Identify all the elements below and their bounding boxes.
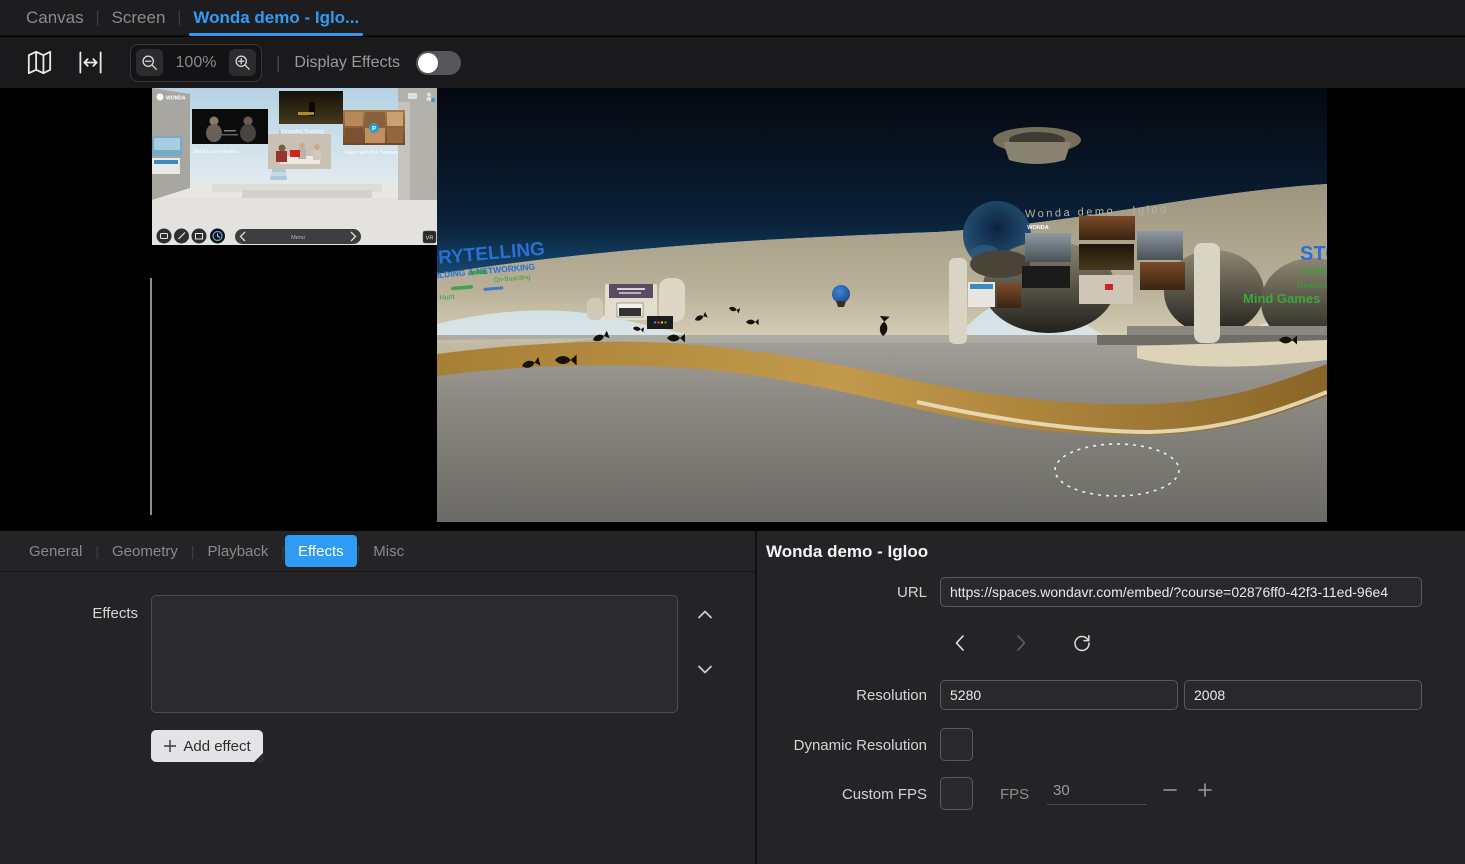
inspector-tab-bar: General | Geometry | Playback | Effects …: [0, 531, 755, 572]
source-title: Wonda demo - Igloo: [766, 542, 928, 562]
tab-wonda-demo-label: Wonda demo - Iglo...: [193, 8, 359, 28]
browser-back-button[interactable]: [950, 633, 970, 653]
fps-decrement-button[interactable]: [1161, 781, 1179, 799]
avatar-icon[interactable]: [427, 93, 431, 97]
browser-forward-button[interactable]: [1011, 633, 1031, 653]
display-effects-toggle[interactable]: [416, 51, 461, 75]
sign-mind-games: Mind Games: [1243, 291, 1320, 306]
tab-canvas-label: Canvas: [26, 8, 84, 28]
tab-geometry-label: Geometry: [112, 543, 178, 560]
tab-general[interactable]: General: [16, 535, 95, 567]
panorama-preview[interactable]: WONDA Wonda demo - Igloo: [437, 88, 1327, 522]
tab-general-label: General: [29, 543, 82, 560]
browser-refresh-button[interactable]: [1072, 633, 1092, 653]
sign-right-line1: STORYTELLING: [1300, 243, 1327, 265]
zoom-level-value: 100%: [163, 54, 229, 72]
fps-label: FPS: [1000, 786, 1029, 803]
inspector-panel: General | Geometry | Playback | Effects …: [0, 531, 755, 864]
vr-button-label: VR: [426, 236, 434, 242]
bottom-panels: General | Geometry | Playback | Effects …: [0, 530, 1465, 864]
dynamic-resolution-checkbox[interactable]: [940, 728, 973, 761]
move-effect-down-button[interactable]: [696, 660, 714, 678]
screen-thumbnail-image: Sketch an emotion Empathy Training: [152, 88, 437, 245]
fps-increment-button[interactable]: [1196, 781, 1214, 799]
display-effects-label: Display Effects: [294, 54, 400, 72]
tab-playback-label: Playback: [208, 543, 269, 560]
sign-treasure-hunt-right: Treasure Hunt: [1296, 281, 1327, 290]
resolution-width-input[interactable]: [940, 680, 1178, 710]
custom-fps-checkbox[interactable]: [940, 777, 973, 810]
move-effect-up-button[interactable]: [696, 606, 714, 624]
thumb-menu-label[interactable]: Menu: [291, 235, 305, 241]
canvas-viewport[interactable]: Sketch an emotion Empathy Training: [0, 88, 1465, 530]
pano-wonda-logo: WONDA: [1027, 225, 1048, 231]
tab-wonda-demo[interactable]: Wonda demo - Iglo...: [181, 0, 371, 36]
thumb-caption-race: Race with the Senses: [345, 150, 398, 156]
add-effect-button[interactable]: Add effect: [151, 730, 263, 762]
thumb-logo: WONDA: [166, 96, 186, 102]
active-tab-underline: [189, 33, 363, 36]
thumb-caption-sketch: Sketch an emotion: [193, 149, 239, 155]
notification-dot: [431, 98, 435, 102]
properties-panel: Wonda demo - Igloo URL Resolution Dynami…: [757, 531, 1465, 864]
sign-right-line2: TEAM BUILDING & NETWORKING: [1301, 266, 1327, 276]
avatar-icon-body: [427, 97, 432, 101]
tab-effects[interactable]: Effects: [285, 535, 357, 567]
add-effect-label: Add effect: [183, 738, 250, 755]
resolution-height-input[interactable]: [1184, 680, 1422, 710]
app-window: Canvas | Screen | Wonda demo - Iglo...: [0, 0, 1465, 864]
canvas-toolbar: 100% | Display Effects: [0, 37, 1465, 88]
inspector-tab-divider: |: [191, 543, 195, 559]
tab-canvas[interactable]: Canvas: [14, 0, 96, 36]
toolbar-divider: |: [276, 53, 280, 73]
zoom-out-button[interactable]: [136, 49, 163, 76]
tab-misc-label: Misc: [373, 543, 404, 560]
effects-list-label: Effects: [0, 605, 138, 622]
fps-value: 30: [1053, 782, 1070, 799]
zoom-out-icon: [141, 54, 158, 71]
dropdown-corner-indicator: [254, 753, 263, 762]
map-icon[interactable]: [26, 49, 53, 76]
tab-geometry[interactable]: Geometry: [99, 535, 191, 567]
tab-effects-label: Effects: [298, 543, 344, 560]
fit-width-icon[interactable]: [77, 49, 104, 76]
top-tab-bar: Canvas | Screen | Wonda demo - Iglo...: [0, 0, 1465, 36]
url-label: URL: [757, 584, 927, 601]
zoom-in-icon: [234, 54, 251, 71]
screen-thumbnail[interactable]: Sketch an emotion Empathy Training: [152, 88, 437, 522]
effects-listbox[interactable]: [151, 595, 678, 713]
plus-icon: [163, 739, 177, 753]
toggle-knob: [418, 53, 438, 73]
custom-fps-label: Custom FPS: [757, 786, 927, 803]
svg-text:P: P: [372, 127, 376, 133]
tab-playback[interactable]: Playback: [195, 535, 282, 567]
fps-value-field[interactable]: 30: [1047, 777, 1147, 805]
globe-sphere: [832, 285, 850, 303]
url-input[interactable]: [940, 577, 1422, 607]
dynamic-resolution-label: Dynamic Resolution: [757, 737, 927, 754]
resolution-label: Resolution: [757, 687, 927, 704]
tab-misc[interactable]: Misc: [360, 535, 417, 567]
tab-screen[interactable]: Screen: [100, 0, 178, 36]
tab-screen-label: Screen: [112, 8, 166, 28]
wonda-logo-icon: [157, 94, 164, 101]
zoom-control-group: 100%: [130, 44, 262, 82]
zoom-in-button[interactable]: [229, 49, 256, 76]
camera-icon[interactable]: [408, 93, 417, 99]
